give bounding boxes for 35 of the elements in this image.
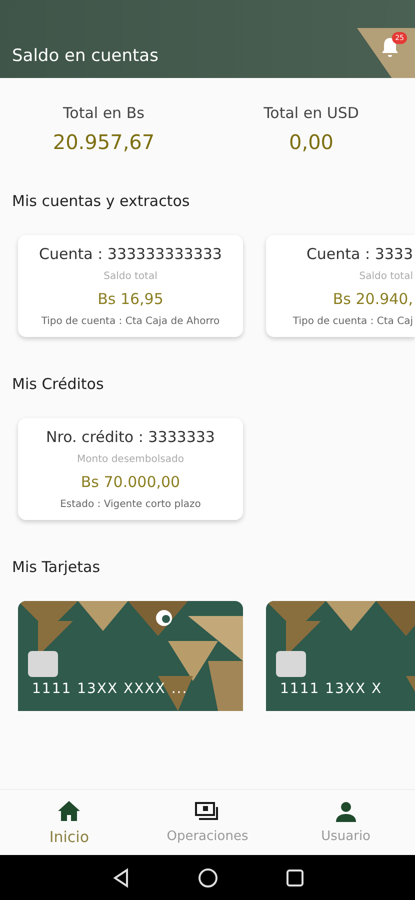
banknotes-icon: [194, 801, 220, 823]
user-icon: [334, 801, 357, 823]
nav-tab[interactable]: Inicio: [0, 790, 138, 855]
credit-number: Nro. crédito : 3333333: [46, 428, 215, 446]
account-card[interactable]: Cuenta : 3333 Saldo total Bs 20.940, Tipo de cuenta : Cta Caj: [266, 235, 415, 337]
logo-icon: [155, 609, 173, 627]
account-number: Cuenta : 3333: [306, 245, 413, 263]
section-title: Mis Créditos: [12, 375, 105, 393]
balance-amount: Bs 16,95: [98, 290, 164, 308]
credit-status: Estado : Vigente corto plazo: [60, 499, 201, 510]
amount-label: Monto desembolsado: [77, 454, 184, 465]
page-title: Saldo en cuentas: [12, 46, 158, 66]
total-amount: 0,00: [288, 130, 334, 154]
total-label: Total en Bs: [63, 104, 144, 122]
card-number: 1111 13XX X: [280, 681, 382, 697]
home-icon: [57, 800, 82, 822]
account-type: Tipo de cuenta : Cta Caja de Ahorro: [41, 316, 220, 327]
bank-card-artwork[interactable]: [266, 601, 415, 711]
back-icon[interactable]: [112, 868, 130, 888]
disbursed-amount: Bs 70.000,00: [80, 473, 180, 491]
balance-label: Saldo total: [359, 271, 413, 282]
section-title: Mis Tarjetas: [12, 558, 102, 576]
account-number: Cuenta : 333333333333: [39, 245, 222, 263]
bank-card-artwork[interactable]: [18, 601, 243, 711]
total-label: Total en USD: [264, 104, 359, 122]
home-circle-icon[interactable]: [198, 868, 218, 888]
credit-card[interactable]: Nro. crédito : 3333333 Monto desembolsado Bs 70.000,00 Estado : Vigente corto plazo: [18, 418, 243, 520]
balance-label: Saldo total: [104, 271, 158, 282]
account-type: Tipo de cuenta : Cta Caj: [292, 316, 413, 327]
section-title: Mis cuentas y extractos: [12, 192, 191, 210]
card-number: 1111 13XX XXXX ...: [32, 681, 188, 697]
balance-amount: Bs 20.940,: [332, 290, 413, 308]
total-amount: 20.957,67: [52, 130, 155, 154]
account-card[interactable]: Cuenta : 333333333333 Saldo total Bs 16,95 Tipo de cuenta : Cta Caja de Ahorro: [18, 235, 243, 337]
recents-icon[interactable]: [286, 868, 304, 886]
